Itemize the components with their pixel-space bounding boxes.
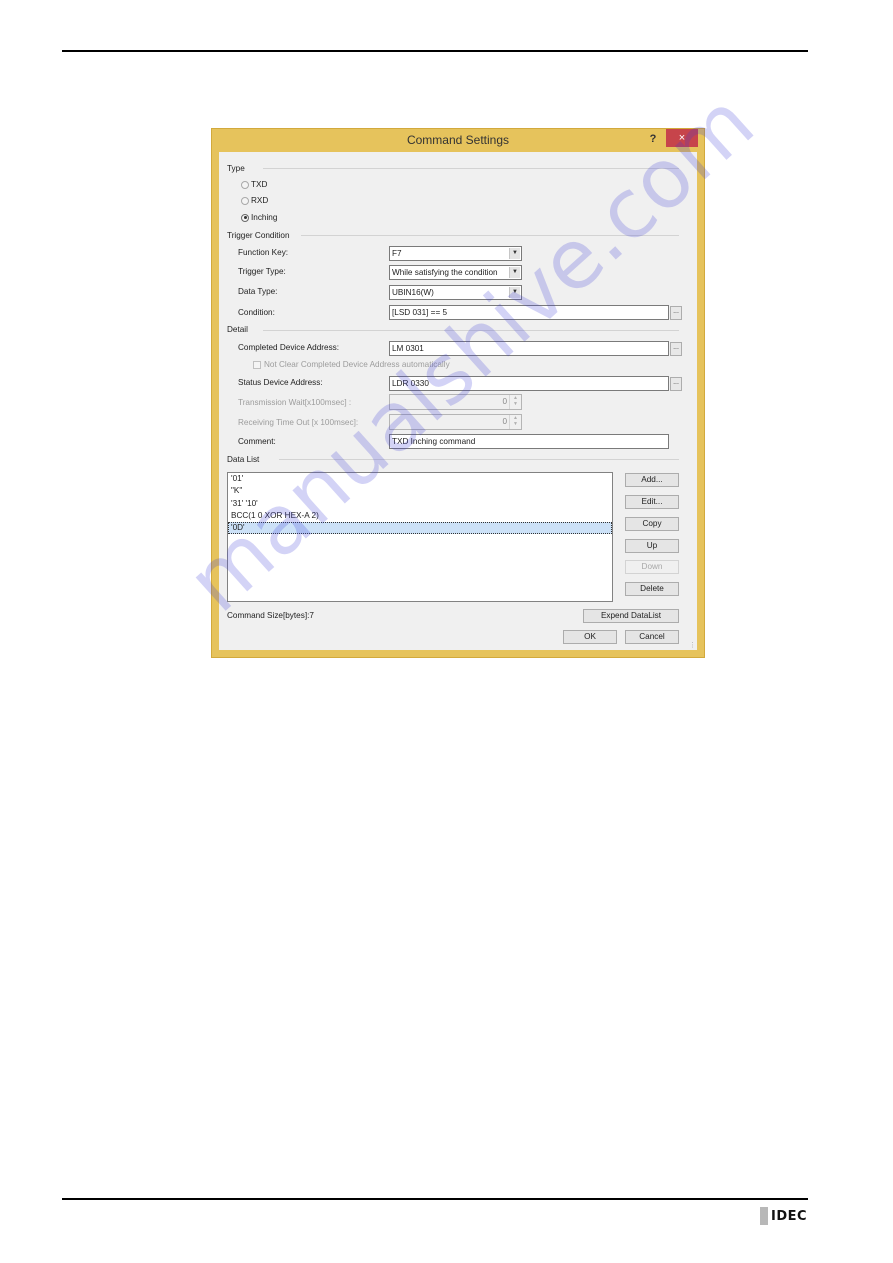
type-group-label: Type <box>227 164 245 173</box>
receiving-timeout-spinner[interactable]: 0 ▲ ▼ <box>389 414 522 430</box>
logo-text: IDEC <box>771 1208 808 1224</box>
transmission-wait-label: Transmission Wait[x100msec] : <box>238 398 352 407</box>
dialog-client-area: Type TXD RXD Inching Trigger Condition F… <box>219 152 697 650</box>
chevron-down-icon[interactable]: ▼ <box>509 267 520 278</box>
not-clear-checkbox[interactable]: Not Clear Completed Device Address autom… <box>253 360 450 369</box>
spin-arrows-icon[interactable]: ▲ ▼ <box>509 395 521 409</box>
expand-data-list-button[interactable]: Expend DataList <box>583 609 679 623</box>
delete-button[interactable]: Delete <box>625 582 679 596</box>
function-key-value: F7 <box>392 249 402 258</box>
ok-button[interactable]: OK <box>563 630 617 644</box>
detail-group-label: Detail <box>227 325 248 334</box>
radio-inching[interactable]: Inching <box>241 213 277 222</box>
status-address-value: LDR 0330 <box>392 379 429 388</box>
receiving-timeout-label: Receiving Time Out [x 100msec]: <box>238 418 359 427</box>
list-item-selected[interactable]: '0D' <box>228 522 612 535</box>
completed-address-value: LM 0301 <box>392 344 424 353</box>
down-button[interactable]: Down <box>625 560 679 574</box>
type-group-divider <box>263 168 679 169</box>
condition-browse-button[interactable]: ... <box>670 306 682 320</box>
command-size-label: Command Size[bytes]:7 <box>227 611 314 620</box>
data-list-group-label: Data List <box>227 455 260 464</box>
radio-circle-selected <box>241 213 249 222</box>
function-key-label: Function Key: <box>238 248 289 257</box>
idec-logo: IDEC <box>760 1207 807 1225</box>
page-header-rule <box>62 50 808 52</box>
close-button[interactable]: × <box>666 129 698 147</box>
trigger-type-select[interactable]: While satisfying the condition ▼ <box>389 265 522 280</box>
not-clear-checkbox-label: Not Clear Completed Device Address autom… <box>264 360 450 369</box>
radio-inching-label: Inching <box>251 213 278 222</box>
resize-grip-icon[interactable]: ⋮ <box>689 641 696 649</box>
list-item[interactable]: BCC(1 0 XOR HEX-A 2) <box>228 510 612 522</box>
condition-label: Condition: <box>238 308 275 317</box>
comment-label: Comment: <box>238 437 276 446</box>
up-button[interactable]: Up <box>625 539 679 553</box>
condition-value: [LSD 031] == 5 <box>392 308 448 317</box>
data-type-label: Data Type: <box>238 287 278 296</box>
comment-input[interactable]: TXD Inching command <box>389 434 669 449</box>
checkbox-box <box>253 360 261 369</box>
page-footer-rule <box>62 1198 808 1200</box>
cancel-button[interactable]: Cancel <box>625 630 679 644</box>
data-type-select[interactable]: UBIN16(W) ▼ <box>389 285 522 300</box>
edit-button[interactable]: Edit... <box>625 495 679 509</box>
completed-address-browse-button[interactable]: ... <box>670 342 682 356</box>
condition-input[interactable]: [LSD 031] == 5 <box>389 305 669 320</box>
dialog-title: Command Settings <box>406 133 510 147</box>
receiving-timeout-value: 0 <box>502 417 507 426</box>
data-list-box[interactable]: '01' "K" '31' '10' BCC(1 0 XOR HEX-A 2) … <box>227 472 613 602</box>
chevron-down-icon[interactable]: ▼ <box>509 248 520 259</box>
transmission-wait-spinner[interactable]: 0 ▲ ▼ <box>389 394 522 410</box>
chevron-down-icon[interactable]: ▼ <box>509 287 520 298</box>
command-settings-dialog: Command Settings ? × Type TXD RXD Inchin… <box>211 128 705 658</box>
status-address-label: Status Device Address: <box>238 378 323 387</box>
list-item[interactable]: '01' <box>228 473 612 485</box>
comment-value: TXD Inching command <box>392 437 476 446</box>
trigger-group-divider <box>301 235 679 236</box>
spin-arrows-icon[interactable]: ▲ ▼ <box>509 415 521 429</box>
help-button[interactable]: ? <box>644 131 662 147</box>
trigger-type-value: While satisfying the condition <box>392 268 498 277</box>
detail-group-divider <box>263 330 679 331</box>
transmission-wait-value: 0 <box>502 397 507 406</box>
function-key-select[interactable]: F7 ▼ <box>389 246 522 261</box>
trigger-type-label: Trigger Type: <box>238 267 286 276</box>
radio-txd-label: TXD <box>251 180 268 189</box>
logo-mark <box>760 1207 768 1225</box>
radio-rxd[interactable]: RXD <box>241 196 268 205</box>
status-address-input[interactable]: LDR 0330 <box>389 376 669 391</box>
radio-txd[interactable]: TXD <box>241 180 267 189</box>
radio-circle <box>241 180 249 189</box>
close-icon: × <box>678 132 686 144</box>
title-bar[interactable]: Command Settings ? × <box>212 129 704 152</box>
status-address-browse-button[interactable]: ... <box>670 377 682 391</box>
list-item[interactable]: '31' '10' <box>228 498 612 510</box>
add-button[interactable]: Add... <box>625 473 679 487</box>
trigger-group-label: Trigger Condition <box>227 231 290 240</box>
completed-address-label: Completed Device Address: <box>238 343 340 352</box>
radio-rxd-label: RXD <box>251 196 269 205</box>
radio-circle <box>241 196 249 205</box>
list-item[interactable]: "K" <box>228 485 612 497</box>
data-list-group-divider <box>279 459 679 460</box>
completed-address-input[interactable]: LM 0301 <box>389 341 669 356</box>
copy-button[interactable]: Copy <box>625 517 679 531</box>
data-type-value: UBIN16(W) <box>392 288 434 297</box>
